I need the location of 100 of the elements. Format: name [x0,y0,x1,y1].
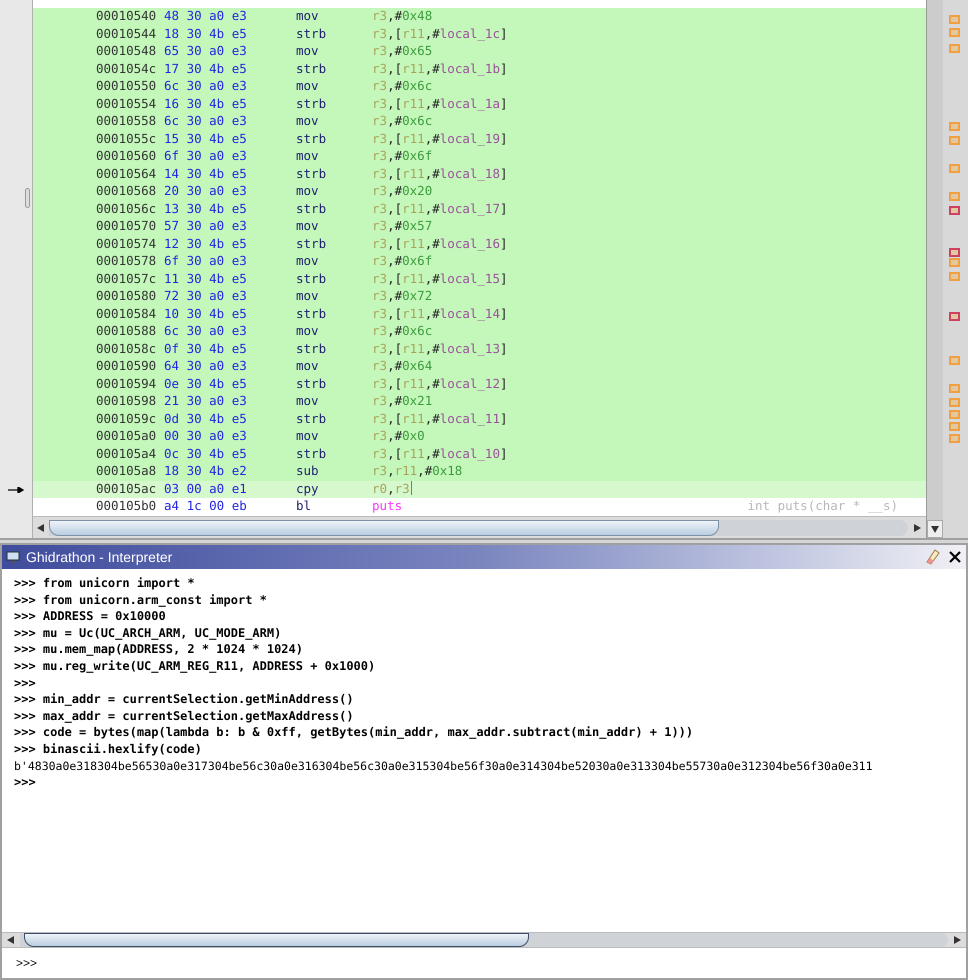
address: 0001055c [96,130,158,148]
mnemonic: strb [296,130,328,148]
listing-row[interactable]: 00010598 21 30 a0 e3 mov r3,#0x21 [33,393,926,410]
mnemonic: strb [296,340,328,358]
address: 00010548 [96,42,158,60]
mnemonic: sub [296,462,320,480]
address: 00010570 [96,217,158,236]
listing-row[interactable]: 000105a0 00 30 a0 e3 mov r3,#0x0 [33,428,926,446]
operands: r3,#0x0 [372,427,425,446]
instruction-bytes: 64 30 a0 e3 [164,357,248,376]
scrollbar-thumb[interactable] [24,933,529,947]
address: 0001059c [96,410,158,428]
operands: puts [372,497,402,516]
mnemonic: strb [296,60,328,78]
address: 00010578 [96,252,158,270]
arrow-icon [8,486,24,492]
address: 00010574 [96,234,158,253]
listing-row[interactable]: 0001057c 11 30 4b e5 strb r3,[r11,#local_15] [33,270,926,288]
mnemonic: strb [296,444,328,463]
listing-row[interactable]: 0001054c 17 30 4b e5 strb r3,[r11,#local_1b] [33,60,926,78]
address: 00010594 [96,374,158,393]
listing-row[interactable]: 0001055c 15 30 4b e5 strb r3,[r11,#local_19] [33,130,926,148]
instruction-bytes: 0e 30 4b e5 [164,374,248,393]
prompt-input[interactable]: >>> [16,954,38,972]
scroll-down-button[interactable] [927,520,943,538]
listing-row[interactable]: 00010594 0e 30 4b e5 strb r3,[r11,#local_12] [33,376,926,393]
listing-row[interactable]: 00010558 6c 30 a0 e3 mov r3,#0x6c [33,113,926,130]
operands: r3,[r11,#local_19] [372,130,508,148]
instruction-bytes: 21 30 a0 e3 [164,392,248,410]
listing-row[interactable]: 00010588 6c 30 a0 e3 mov r3,#0x6c [33,323,926,340]
operands: r3,[r11,#local_14] [372,304,508,323]
operands: r3,#0x6c [372,322,432,340]
listing-row[interactable]: 0001059c 0d 30 4b e5 strb r3,[r11,#local_11] [33,410,926,428]
listing-row[interactable]: 000105a8 18 30 4b e2 sub r3,r11,#0x18 [33,463,926,480]
overview-marker [949,28,960,37]
address: 00010598 [96,392,158,410]
overview-marker [949,356,960,365]
overview-marker [949,312,960,321]
listing-row[interactable]: 0001058c 0f 30 4b e5 strb r3,[r11,#local_13] [33,340,926,358]
instruction-bytes: 13 30 4b e5 [164,200,248,218]
scroll-left-icon[interactable] [37,524,45,532]
operands: r3,[r11,#local_18] [372,164,508,183]
splitter-handle[interactable] [25,188,30,208]
overview-marker [949,136,960,145]
listing-row[interactable]: 00010580 72 30 a0 e3 mov r3,#0x72 [33,288,926,306]
monitor-icon [6,550,20,564]
scroll-right-icon[interactable] [913,524,921,532]
instruction-bytes: 57 30 a0 e3 [164,217,248,236]
mnemonic: strb [296,374,328,393]
instruction-bytes: 18 30 4b e5 [164,24,248,43]
eraser-icon[interactable] [924,548,942,566]
listing-row[interactable]: 00010564 14 30 4b e5 strb r3,[r11,#local_18] [33,166,926,183]
scroll-right-icon[interactable] [953,936,961,944]
scrollbar-thumb[interactable] [49,520,719,536]
listing-row[interactable]: 00010554 16 30 4b e5 strb r3,[r11,#local_1a] [33,96,926,113]
listing-row[interactable]: 0001056c 13 30 4b e5 strb r3,[r11,#local_17] [33,200,926,218]
command-text: >>> from unicorn.arm_const import * [14,592,267,608]
address: 000105a8 [96,462,158,480]
overview-marker [949,272,960,281]
listing-row[interactable]: 00010570 57 30 a0 e3 mov r3,#0x57 [33,218,926,236]
instruction-bytes: 18 30 4b e2 [164,462,248,480]
operands: r3,[r11,#local_17] [372,200,508,218]
operands: r3,[r11,#local_12] [372,374,508,393]
address: 00010564 [96,164,158,183]
instruction-bytes: 6f 30 a0 e3 [164,147,248,166]
address: 00010544 [96,24,158,43]
listing-row[interactable]: 00010584 10 30 4b e5 strb r3,[r11,#local_14] [33,306,926,323]
address: 0001054c [96,60,158,78]
listing-row[interactable]: 00010548 65 30 a0 e3 mov r3,#0x65 [33,43,926,60]
listing-row[interactable]: 00010544 18 30 4b e5 strb r3,[r11,#local_1c] [33,26,926,43]
overview-marker [949,164,960,173]
listing-row[interactable]: 00010568 20 30 a0 e3 mov r3,#0x20 [33,183,926,200]
overview-marker [949,410,960,419]
listing-row[interactable]: 00010560 6f 30 a0 e3 mov r3,#0x6f [33,148,926,166]
mnemonic: strb [296,410,328,428]
function-signature: int puts(char * __s) [747,497,899,516]
address: 00010568 [96,182,158,200]
listing-row[interactable]: 00010578 6f 30 a0 e3 mov r3,#0x6f [33,253,926,270]
overview-marker [949,434,960,443]
listing-row[interactable]: 00010550 6c 30 a0 e3 mov r3,#0x6c [33,78,926,96]
overview-marker [949,248,960,257]
listing-row[interactable]: 00010590 64 30 a0 e3 mov r3,#0x64 [33,358,926,376]
mnemonic: strb [296,200,328,218]
overview-marker [949,44,960,53]
mnemonic: mov [296,217,320,236]
command-text: >>> min_addr = currentSelection.getMinAddress() [14,691,354,708]
address: 0001057c [96,270,158,288]
listing-row[interactable]: 00010574 12 30 4b e5 strb r3,[r11,#local_16] [33,236,926,253]
address: 00010584 [96,304,158,323]
mnemonic: mov [296,357,320,376]
operands: r3,r11,#0x18 [372,462,462,480]
mnemonic: mov [296,322,320,340]
instruction-bytes: 0f 30 4b e5 [164,340,248,358]
close-icon[interactable] [948,550,962,564]
operands: r3,#0x48 [372,7,432,26]
mnemonic: strb [296,304,328,323]
listing-row[interactable]: 000105a4 0c 30 4b e5 strb r3,[r11,#local_10] [33,446,926,463]
scroll-left-icon[interactable] [7,936,15,944]
listing-row[interactable]: 00010540 48 30 a0 e3 mov r3,#0x48 [33,8,926,26]
command-text: >>> from unicorn import * [14,575,195,592]
